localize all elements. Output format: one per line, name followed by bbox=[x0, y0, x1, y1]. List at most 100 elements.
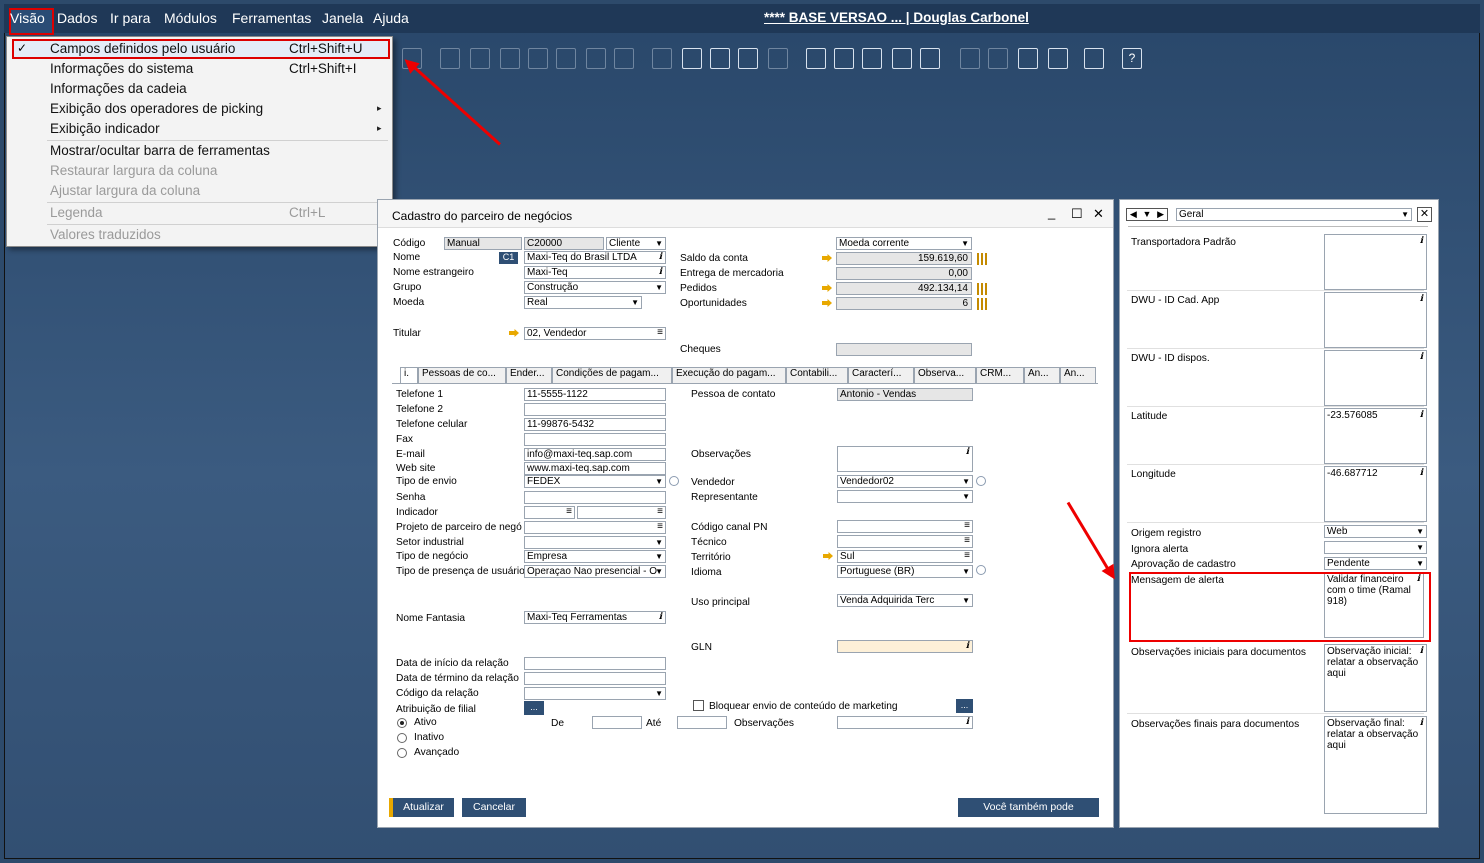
avancado-radio[interactable] bbox=[397, 748, 407, 758]
tab-condicoes-pagamento[interactable]: Condições de pagam... bbox=[552, 367, 672, 383]
marketing-checkbox[interactable] bbox=[693, 700, 704, 711]
ativo-radio[interactable] bbox=[397, 718, 407, 728]
celular-field[interactable]: 11-99876-5432 bbox=[524, 418, 666, 431]
refresh-icon[interactable] bbox=[960, 48, 980, 69]
menu-item-informacoes-cadeia[interactable]: Informações da cadeia bbox=[50, 81, 187, 99]
alert-icon[interactable] bbox=[806, 48, 826, 69]
menu-ferramentas[interactable]: Ferramentas bbox=[232, 10, 311, 26]
senha-field[interactable] bbox=[524, 491, 666, 504]
tab-anexos-2[interactable]: An... bbox=[1060, 367, 1096, 383]
gross-profit-icon[interactable] bbox=[500, 48, 520, 69]
codigo-series-field[interactable]: Manual bbox=[444, 237, 522, 250]
observacoes-field[interactable] bbox=[837, 446, 973, 472]
tecnico-field[interactable] bbox=[837, 535, 973, 548]
menu-item-valores-traduzidos[interactable]: Valores traduzidos bbox=[50, 227, 161, 245]
ate-field[interactable] bbox=[677, 716, 727, 729]
fantasia-field[interactable]: Maxi-Teq Ferramentas bbox=[524, 611, 666, 624]
vendedor-dropdown[interactable]: Vendedor02 bbox=[837, 475, 973, 488]
down-icon[interactable]: ▼ bbox=[1143, 209, 1152, 220]
menu-item-restaurar-largura[interactable]: Restaurar largura da coluna bbox=[50, 163, 217, 181]
search-icon[interactable] bbox=[614, 48, 634, 69]
menu-item-operadores-picking[interactable]: Exibição dos operadores de picking bbox=[50, 101, 263, 119]
tab-anexos-1[interactable]: An... bbox=[1024, 367, 1060, 383]
tab-crm[interactable]: CRM... bbox=[976, 367, 1024, 383]
indicador-desc-field[interactable] bbox=[577, 506, 666, 519]
udf-field-latitude[interactable]: -23.576085 bbox=[1324, 408, 1427, 464]
presenca-dropdown[interactable]: Operaçao Nao presencial - O bbox=[524, 565, 666, 578]
udf-close-icon[interactable]: ✕ bbox=[1417, 207, 1432, 222]
codigo-relacao-dropdown[interactable] bbox=[524, 687, 666, 700]
tipo-dropdown[interactable]: Cliente bbox=[606, 237, 666, 250]
prev-icon[interactable]: ◀ bbox=[1130, 209, 1137, 220]
close-icon[interactable]: ✕ bbox=[1093, 206, 1104, 222]
tab-caracteristicas[interactable]: Caracterí... bbox=[848, 367, 914, 383]
payment-means-icon[interactable] bbox=[528, 48, 548, 69]
negocio-dropdown[interactable]: Empresa bbox=[524, 550, 666, 563]
network-icon[interactable] bbox=[892, 48, 912, 69]
udf-dropdown-aprovacao[interactable]: Pendente bbox=[1324, 557, 1427, 570]
filial-button[interactable]: ... bbox=[524, 701, 544, 715]
udf-dropdown-origem[interactable]: Web bbox=[1324, 525, 1427, 538]
next-icon[interactable]: ▶ bbox=[1157, 209, 1164, 220]
menu-janela[interactable]: Janela bbox=[322, 10, 363, 26]
info-icon[interactable] bbox=[834, 48, 854, 69]
export-icon[interactable] bbox=[1018, 48, 1038, 69]
form-settings-icon[interactable] bbox=[710, 48, 730, 69]
target-document-icon[interactable] bbox=[470, 48, 490, 69]
tab-execucao-pagamento[interactable]: Execução do pagam... bbox=[672, 367, 786, 383]
edit-icon[interactable] bbox=[652, 48, 672, 69]
menu-item-informacoes-sistema[interactable]: Informações do sistema bbox=[50, 61, 193, 79]
udf-field-obs-iniciais[interactable]: Observação inicial: relatar a observação… bbox=[1324, 644, 1427, 712]
grupo-dropdown[interactable]: Construção bbox=[524, 281, 666, 294]
email-field[interactable]: info@maxi-teq.sap.com bbox=[524, 448, 666, 461]
link-arrow-icon[interactable] bbox=[822, 254, 832, 262]
menu-item-exibicao-indicador[interactable]: Exibição indicador bbox=[50, 121, 160, 139]
titular-field[interactable]: 02, Vendedor bbox=[524, 327, 666, 340]
moeda-corrente-dropdown[interactable]: Moeda corrente bbox=[836, 237, 972, 250]
idioma-dropdown[interactable]: Portuguese (BR) bbox=[837, 565, 973, 578]
chat-icon[interactable] bbox=[768, 48, 788, 69]
user-icon[interactable] bbox=[920, 48, 940, 69]
codigo-field[interactable]: C20000 bbox=[524, 237, 604, 250]
web-field[interactable]: www.maxi-teq.sap.com bbox=[524, 462, 666, 475]
contato-field[interactable]: Antonio - Vendas bbox=[837, 388, 973, 401]
moeda-dropdown[interactable]: Real bbox=[524, 296, 642, 309]
list-icon[interactable] bbox=[976, 565, 986, 575]
message-icon[interactable] bbox=[738, 48, 758, 69]
settings-icon[interactable] bbox=[682, 48, 702, 69]
uso-dropdown[interactable]: Venda Adquirida Terc bbox=[837, 594, 973, 607]
de-field[interactable] bbox=[592, 716, 642, 729]
telefone2-field[interactable] bbox=[524, 403, 666, 416]
link-arrow-icon[interactable] bbox=[822, 284, 832, 292]
maximize-icon[interactable]: ☐ bbox=[1071, 206, 1083, 222]
menu-item-barra-ferramentas[interactable]: Mostrar/ocultar barra de ferramentas bbox=[50, 143, 270, 161]
calculator-icon[interactable] bbox=[862, 48, 882, 69]
marketing-button[interactable]: ... bbox=[956, 699, 973, 713]
udf-field-dwu-dispos[interactable] bbox=[1324, 350, 1427, 406]
gln-field[interactable] bbox=[837, 640, 973, 653]
chart-icon[interactable] bbox=[977, 298, 990, 310]
telefone1-field[interactable]: 11-5555-1122 bbox=[524, 388, 666, 401]
list-icon[interactable] bbox=[976, 476, 986, 486]
tab-observacoes[interactable]: Observa... bbox=[914, 367, 976, 383]
tab-pessoas-contato[interactable]: Pessoas de co... bbox=[418, 367, 506, 383]
menu-item-legenda[interactable]: Legenda bbox=[50, 205, 103, 223]
chart-icon[interactable] bbox=[977, 283, 990, 295]
menu-dados[interactable]: Dados bbox=[57, 10, 97, 26]
menu-ajuda[interactable]: Ajuda bbox=[373, 10, 409, 26]
udf-category-dropdown[interactable]: Geral bbox=[1176, 208, 1412, 221]
termino-field[interactable] bbox=[524, 672, 666, 685]
canal-field[interactable] bbox=[837, 520, 973, 533]
menu-ir-para[interactable]: Ir para bbox=[110, 10, 150, 26]
base-document-icon[interactable] bbox=[440, 48, 460, 69]
link-arrow-icon[interactable] bbox=[822, 299, 832, 307]
web-icon[interactable] bbox=[1084, 48, 1104, 69]
help-icon[interactable]: ? bbox=[1122, 48, 1142, 69]
nome-field[interactable]: Maxi-Teq do Brasil LTDA bbox=[524, 251, 666, 264]
setor-dropdown[interactable] bbox=[524, 536, 666, 549]
currency-icon[interactable] bbox=[586, 48, 606, 69]
projeto-field[interactable] bbox=[524, 521, 666, 534]
tab-geral[interactable]: i. bbox=[400, 367, 418, 384]
sign-icon[interactable] bbox=[1048, 48, 1068, 69]
inicio-field[interactable] bbox=[524, 657, 666, 670]
